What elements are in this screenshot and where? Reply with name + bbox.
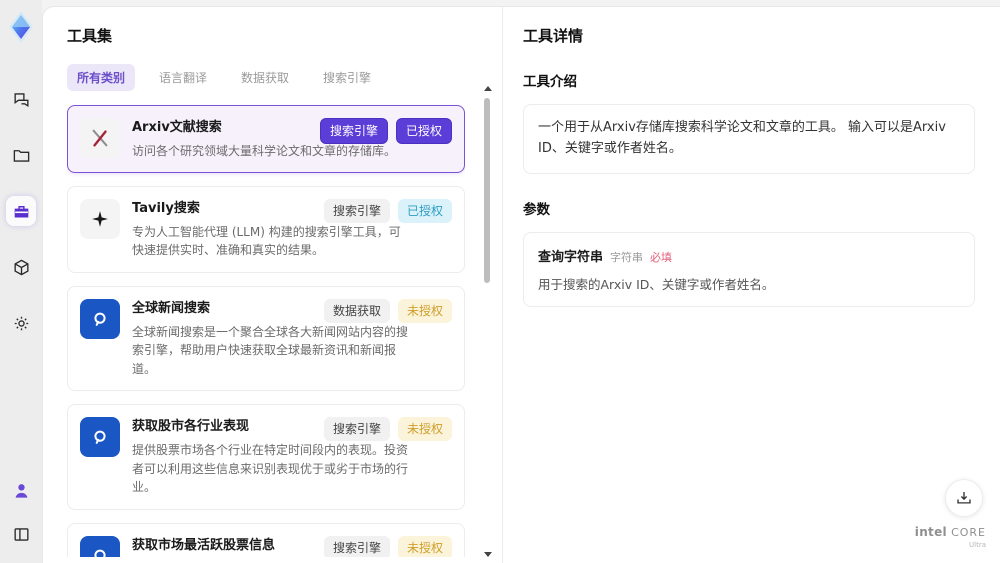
- sidebar-item-panel-toggle[interactable]: [6, 519, 36, 549]
- category-tag: 搜索引擎: [323, 199, 390, 224]
- folder-icon: [13, 149, 29, 162]
- download-icon: [957, 492, 971, 504]
- user-avatar-icon: [15, 483, 27, 498]
- page-title: 工具集: [67, 27, 113, 45]
- tool-description: 全球新闻搜索是一个聚合全球各大新闻网站内容的搜索引擎，帮助用户快速获取全球最新资…: [132, 324, 409, 376]
- intro-box: 一个用于从Arxiv存储库搜索科学论文和文章的工具。 输入可以是Arxiv ID…: [523, 104, 975, 174]
- category-tabs: 所有类别 语言翻译 数据获取 搜索引擎: [67, 64, 502, 91]
- param-name: 查询字符串: [538, 249, 604, 265]
- toolbox-icon: [14, 205, 28, 218]
- intro-text: 一个用于从Arxiv存储库搜索科学论文和文章的工具。 输入可以是Arxiv ID…: [538, 120, 946, 156]
- intro-heading: 工具介绍: [523, 74, 577, 90]
- param-description: 用于搜索的Arxiv ID、关键字或作者姓名。: [538, 276, 775, 292]
- panel-layout-icon: [13, 527, 29, 541]
- brand-sub: Ultra: [969, 541, 986, 549]
- brand-core: CORE: [951, 526, 986, 539]
- category-tag: 搜索引擎: [323, 535, 390, 557]
- settings-gear-icon: [14, 316, 28, 330]
- chat-icon: [13, 92, 29, 107]
- active-stock-icon: [80, 535, 120, 557]
- tool-card-list: Arxiv文献搜索 访问各个研究领域大量科学论文和文章的存储库。 搜索引擎 已授…: [67, 105, 465, 557]
- param-required-badge: 必填: [650, 250, 673, 264]
- arxiv-icon: [80, 118, 120, 158]
- scroll-down-arrow[interactable]: [484, 552, 492, 557]
- auth-status-tag: 已授权: [397, 199, 452, 224]
- tools-list-panel: 工具集 所有类别 语言翻译 数据获取 搜索引擎 Arxiv文献搜索 访问各个研究…: [43, 7, 502, 563]
- category-tag: 搜索引擎: [323, 417, 390, 442]
- tool-description: 访问各个研究领域大量科学论文和文章的存储库。: [132, 143, 397, 158]
- sidebar-item-settings[interactable]: [6, 308, 36, 338]
- scrollbar-thumb[interactable]: [484, 98, 490, 283]
- tool-card-global-news[interactable]: 全球新闻搜索 全球新闻搜索是一个聚合全球各大新闻网站内容的搜索引擎，帮助用户快速…: [67, 285, 465, 392]
- tool-description: 提供股票市场各个行业在特定时间段内的表现。投资者可以利用这些信息来识别表现优于或…: [132, 442, 409, 495]
- auth-status-tag: 未授权: [397, 298, 452, 323]
- sidebar-item-packages[interactable]: [6, 252, 36, 282]
- sidebar-item-chat[interactable]: [6, 84, 36, 114]
- download-button[interactable]: [945, 479, 983, 517]
- tool-card-stock-sector[interactable]: 获取股市各行业表现 提供股票市场各个行业在特定时间段内的表现。投资者可以利用这些…: [67, 404, 465, 510]
- tool-description: 专为人工智能代理 (LLM) 构建的搜索引擎工具，可快速提供实时、准确和真实的结…: [132, 224, 401, 258]
- stock-sector-icon: [80, 417, 120, 458]
- global-news-icon: [80, 298, 120, 339]
- sparkle-icon: [80, 199, 120, 240]
- package-icon: [13, 259, 29, 275]
- sidebar-item-profile[interactable]: [6, 475, 36, 505]
- tool-card-tavily[interactable]: Tavily搜索 专为人工智能代理 (LLM) 构建的搜索引擎工具，可快速提供实…: [67, 186, 465, 273]
- left-rail: [0, 0, 42, 563]
- tool-card-arxiv[interactable]: Arxiv文献搜索 访问各个研究领域大量科学论文和文章的存储库。 搜索引擎 已授…: [67, 105, 465, 174]
- main-panel: 工具集 所有类别 语言翻译 数据获取 搜索引擎 Arxiv文献搜索 访问各个研究…: [42, 6, 1000, 563]
- gem-logo-icon: [4, 8, 38, 46]
- auth-status-tag: 未授权: [397, 535, 452, 557]
- list-scrollbar: [482, 86, 492, 557]
- intel-core-logo: intel CORE Ultra: [915, 521, 986, 549]
- auth-status-tag: 已授权: [395, 118, 452, 144]
- tool-detail-panel: 工具详情 工具介绍 一个用于从Arxiv存储库搜索科学论文和文章的工具。 输入可…: [503, 7, 1000, 563]
- sidebar-item-tools[interactable]: [6, 196, 36, 226]
- tool-card-active-stocks[interactable]: 获取市场最活跃股票信息 提供当天交易量最高的股票列表，投资者可以利用这些信息来识…: [67, 522, 465, 557]
- tab-all-categories[interactable]: 所有类别: [67, 64, 136, 91]
- auth-status-tag: 未授权: [397, 417, 452, 442]
- category-tag: 搜索引擎: [319, 118, 388, 144]
- scroll-up-arrow[interactable]: [484, 86, 492, 91]
- param-box: 查询字符串 字符串 必填 用于搜索的Arxiv ID、关键字或作者姓名。: [523, 231, 975, 307]
- brand-intel: intel: [914, 525, 947, 539]
- category-tag: 数据获取: [323, 298, 390, 323]
- params-heading: 参数: [523, 201, 550, 218]
- tab-translation[interactable]: 语言翻译: [149, 64, 217, 91]
- detail-title: 工具详情: [523, 27, 584, 45]
- sidebar-item-files[interactable]: [6, 140, 36, 170]
- param-type: 字符串: [610, 250, 644, 264]
- tab-data-fetch[interactable]: 数据获取: [231, 64, 299, 91]
- tab-search-engine[interactable]: 搜索引擎: [313, 64, 381, 91]
